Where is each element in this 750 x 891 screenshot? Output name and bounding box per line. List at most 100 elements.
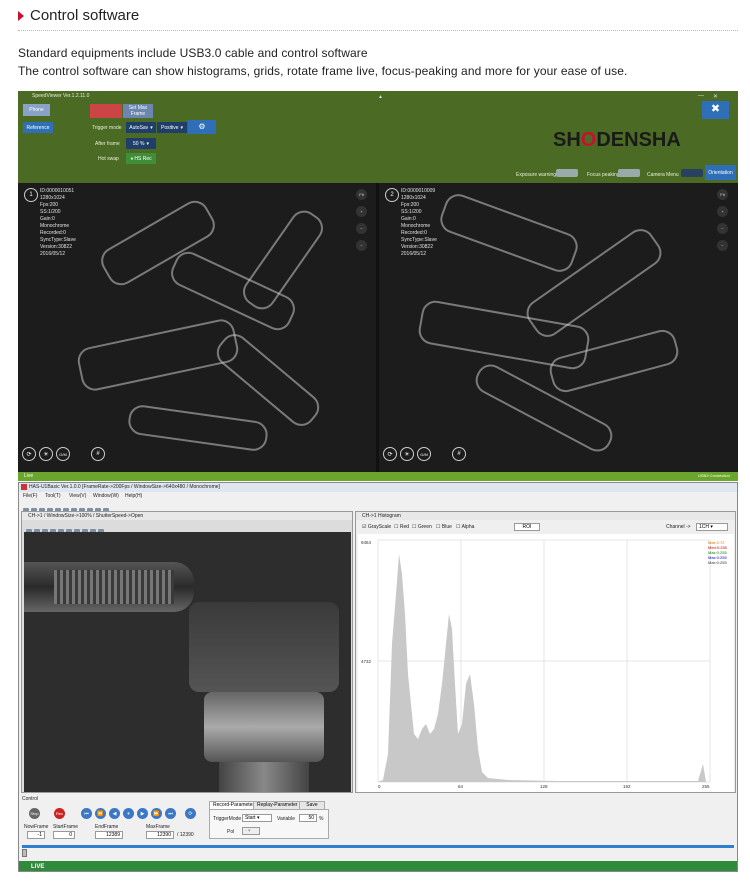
variable-field[interactable]: 50 — [299, 814, 317, 822]
shodensha-logo: SHODENSHA — [553, 129, 681, 151]
hot-swap-label: Hot swap — [98, 156, 119, 162]
close-icon[interactable]: ✕ — [713, 93, 718, 100]
record-button[interactable] — [90, 104, 122, 118]
camera-1-grid-icon[interactable]: # — [91, 447, 105, 461]
chevron-down-icon: ▾ — [146, 140, 149, 147]
speedviewer-window: SpeedViewer Ver.1.2.11.0 ▲ — ✕ Phone Ref… — [18, 91, 738, 481]
camera-1-reset-icon[interactable]: − — [356, 240, 367, 251]
rewind-icon[interactable]: ⏪ — [95, 808, 106, 819]
camera-2-view[interactable]: 2 ID:0000010009 1280x1024 Fps:200 SS:1/200 G… — [379, 183, 738, 472]
camera-1-brightness-icon[interactable]: ☀ — [39, 447, 53, 461]
has-window-title: HAS-U1Basic Ver.1.0.0 [FrameRate->200Fps… — [19, 483, 737, 492]
trigger-mode-select[interactable]: Start ▾ — [242, 814, 272, 822]
tools-icon[interactable]: ✖ — [702, 101, 729, 119]
minimize-icon[interactable]: — — [698, 93, 704, 99]
page-title: Control software — [30, 7, 140, 24]
y-axis-mid-label: 4732 — [361, 659, 372, 664]
menu-help[interactable]: Help(H) — [125, 493, 142, 499]
green-checkbox[interactable]: ☐ Green — [412, 524, 432, 530]
settings-gear-icon[interactable]: ⚙ — [188, 120, 216, 134]
frame-slider-handle[interactable] — [22, 849, 27, 857]
camera-menu-toggle[interactable] — [681, 169, 703, 177]
stop-button[interactable]: Stop — [29, 808, 40, 819]
orientation-button[interactable]: Orientation — [705, 165, 736, 180]
camera-2-reset-icon[interactable]: − — [717, 240, 728, 251]
alpha-checkbox[interactable]: ☐ Alpha — [456, 524, 474, 530]
camera-1-view[interactable]: 1 ID:0000010051 1280x1024 Fps:200 SS:1/200 G… — [18, 183, 376, 472]
menu-window[interactable]: Window(W) — [93, 493, 119, 499]
live-view-pane: CH->1 / WindowSize->100% / ShutterSpeed-… — [21, 511, 353, 793]
roi-button[interactable]: ROI — [514, 523, 540, 531]
variable-unit: % — [319, 816, 324, 822]
x-tick-192: 192 — [623, 784, 631, 789]
frame-progress-bar[interactable] — [22, 845, 734, 848]
x-tick-64: 64 — [458, 784, 464, 789]
focus-peaking-toggle[interactable] — [618, 169, 640, 177]
camera-1-fit-button[interactable]: Fit — [356, 189, 367, 200]
has-menu-bar: File(F) Tool(T) View(V) Window(W) Help(H… — [19, 492, 737, 500]
pol-label: Pol — [227, 829, 235, 835]
focus-peaking-label: Focus peaking — [587, 172, 620, 178]
pol-select[interactable]: - ▾ — [242, 827, 260, 835]
now-frame-field[interactable]: -1 — [27, 831, 45, 839]
grayscale-checkbox[interactable]: ☑ GrayScale — [362, 524, 391, 530]
max-frame-total: / 12390 — [177, 832, 194, 838]
menu-view[interactable]: View(V) — [69, 493, 86, 499]
live-camera-image[interactable] — [24, 532, 351, 792]
camera-2-rotate-icon[interactable]: ⟳ — [383, 447, 397, 461]
end-frame-field[interactable]: 12389 — [95, 831, 123, 839]
camera-1-zoom-in-icon[interactable]: + — [356, 206, 367, 217]
trigger-polarity-select[interactable]: Positive ▾ — [157, 122, 187, 133]
heading-marker-icon — [18, 11, 24, 21]
camera-2-gm-button[interactable]: G/M — [417, 447, 431, 461]
step-back-icon[interactable]: ◀ — [109, 808, 120, 819]
collapse-icon[interactable]: ▲ — [378, 94, 383, 100]
stat-line-5: Max:0:255 — [708, 560, 727, 565]
trigger-mode-select[interactable]: AutoSav ▾ — [126, 122, 156, 133]
camera-2-fit-button[interactable]: Fit — [717, 189, 728, 200]
menu-tool[interactable]: Tool(T) — [45, 493, 61, 499]
app-icon — [21, 484, 27, 490]
red-checkbox[interactable]: ☐ Red — [394, 524, 409, 530]
camera-2-zoom-in-icon[interactable]: + — [717, 206, 728, 217]
camera-2-grid-icon[interactable]: # — [452, 447, 466, 461]
record-button[interactable]: Rec — [54, 808, 65, 819]
intro-line-1: Standard equipments include USB3.0 cable… — [18, 46, 368, 60]
camera-menu-label: Camera Menu — [647, 172, 679, 178]
last-frame-icon[interactable]: ⏭ — [165, 808, 176, 819]
control-title: Control — [22, 796, 39, 802]
play-icon[interactable]: ▶ — [137, 808, 148, 819]
max-frame-field[interactable]: 12390 — [146, 831, 174, 839]
camera-1-gm-button[interactable]: G/M — [56, 447, 70, 461]
phone-button[interactable]: Phone — [23, 104, 50, 116]
channel-select[interactable]: 1CH ▾ — [696, 523, 728, 531]
variable-label: Variable — [277, 816, 295, 822]
x-tick-128: 128 — [540, 784, 548, 789]
hot-swap-record-button[interactable]: ● HS Rec — [126, 153, 156, 164]
histogram-title: CH->1 Histogram — [356, 512, 735, 520]
now-frame-label: NowFrame — [24, 824, 49, 830]
pause-icon[interactable]: ⏸ — [123, 808, 134, 819]
heading-divider — [18, 30, 738, 31]
first-frame-icon[interactable]: ⏮ — [81, 808, 92, 819]
camera-1-zoom-out-icon[interactable]: − — [356, 223, 367, 234]
set-max-frame-button[interactable]: Set Max Frame — [123, 104, 153, 118]
after-frame-select[interactable]: 50 % ▾ — [126, 138, 156, 149]
has-u1basic-window: HAS-U1Basic Ver.1.0.0 [FrameRate->200Fps… — [18, 482, 738, 872]
camera-2-brightness-icon[interactable]: ☀ — [400, 447, 414, 461]
loop-icon[interactable]: ⟳ — [185, 808, 196, 819]
histogram-chart: 9464 4732 0 64 128 192 255 Max:2:72 Med:… — [358, 534, 734, 792]
grayscale-histogram — [378, 554, 706, 782]
camera-1-info: ID:0000010051 1280x1024 Fps:200 SS:1/200 Gai… — [40, 188, 76, 257]
end-frame-label: EndFrame — [95, 824, 119, 830]
menu-file[interactable]: File(F) — [23, 493, 37, 499]
camera-2-number-badge: 2 — [385, 188, 399, 202]
start-frame-field[interactable]: 0 — [53, 831, 75, 839]
camera-2-zoom-out-icon[interactable]: − — [717, 223, 728, 234]
camera-1-rotate-icon[interactable]: ⟳ — [22, 447, 36, 461]
reference-button[interactable]: Reference — [23, 122, 53, 133]
exposure-warning-toggle[interactable] — [556, 169, 578, 177]
blue-checkbox[interactable]: ☐ Blue — [436, 524, 452, 530]
fast-forward-icon[interactable]: ⏩ — [151, 808, 162, 819]
x-tick-255: 255 — [702, 784, 710, 789]
